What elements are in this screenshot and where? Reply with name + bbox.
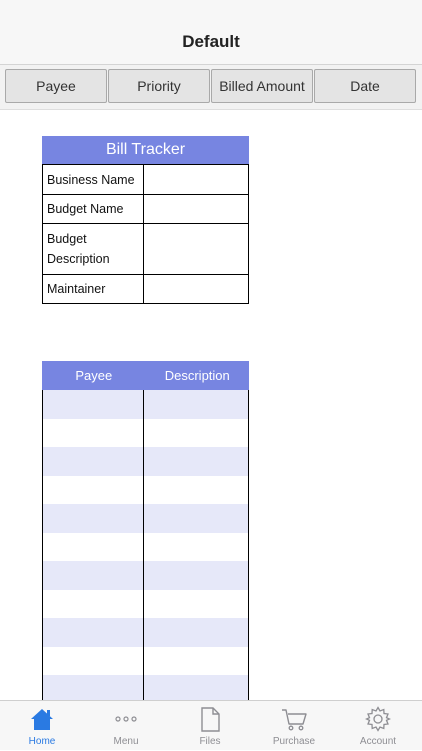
column-header-payee[interactable]: Payee bbox=[42, 361, 146, 390]
tab-home-label: Home bbox=[28, 736, 56, 747]
payee-cell bbox=[43, 590, 143, 619]
payee-cell bbox=[43, 419, 143, 448]
tab-purchase-label: Purchase bbox=[272, 736, 316, 747]
description-cell bbox=[143, 589, 248, 618]
tracker-row-budget-name: Budget Name bbox=[42, 194, 249, 224]
tab-account[interactable]: Account bbox=[336, 701, 420, 751]
sort-payee-button[interactable]: Payee bbox=[5, 69, 107, 103]
cart-icon bbox=[282, 709, 307, 731]
page-title: Default bbox=[182, 32, 240, 51]
maintainer-label: Maintainer bbox=[42, 274, 144, 304]
budget-name-field[interactable] bbox=[143, 194, 249, 224]
payee-cell bbox=[43, 561, 143, 590]
table-row[interactable] bbox=[43, 646, 248, 676]
column-header-description[interactable]: Description bbox=[146, 361, 250, 390]
sort-priority-button[interactable]: Priority bbox=[108, 69, 210, 103]
more-dots-icon bbox=[115, 716, 137, 722]
business-name-label: Business Name bbox=[42, 164, 144, 195]
tab-home[interactable]: Home bbox=[0, 701, 84, 751]
description-cell bbox=[143, 447, 248, 476]
payee-cell bbox=[43, 390, 143, 419]
description-cell bbox=[143, 532, 248, 561]
sort-billed-amount-button[interactable]: Billed Amount bbox=[211, 69, 313, 103]
description-cell bbox=[143, 504, 248, 533]
tab-menu[interactable]: Menu bbox=[84, 701, 168, 751]
tracker-row-maintainer: Maintainer bbox=[42, 274, 249, 304]
budget-name-label: Budget Name bbox=[42, 194, 144, 224]
description-cell bbox=[143, 618, 248, 647]
payee-cell bbox=[43, 618, 143, 647]
tab-account-label: Account bbox=[359, 736, 397, 747]
table-row[interactable] bbox=[43, 504, 248, 533]
payee-cell bbox=[43, 504, 143, 533]
gear-icon bbox=[365, 706, 391, 732]
tab-purchase[interactable]: Purchase bbox=[252, 701, 336, 751]
file-icon bbox=[201, 707, 220, 732]
home-icon bbox=[31, 709, 53, 730]
table-row[interactable] bbox=[43, 561, 248, 590]
table-row[interactable] bbox=[43, 418, 248, 448]
description-cell bbox=[143, 390, 248, 419]
tab-menu-label: Menu bbox=[113, 736, 139, 747]
bill-list-body bbox=[42, 390, 249, 704]
tracker-row-budget-description: Budget Description bbox=[42, 223, 249, 275]
table-row[interactable] bbox=[43, 390, 248, 419]
tab-bar: Home Menu Files Purchase Account bbox=[0, 700, 422, 750]
nav-bar: Default bbox=[0, 0, 422, 65]
tab-files-label: Files bbox=[199, 736, 221, 747]
tab-files[interactable]: Files bbox=[168, 701, 252, 751]
payee-cell bbox=[43, 533, 143, 562]
bill-list-header: Payee Description bbox=[42, 361, 249, 390]
payee-cell bbox=[43, 647, 143, 676]
payee-cell bbox=[43, 447, 143, 476]
tracker-row-business-name: Business Name bbox=[42, 164, 249, 195]
table-row[interactable] bbox=[43, 589, 248, 619]
payee-cell bbox=[43, 476, 143, 505]
sort-bar: Payee Priority Billed Amount Date bbox=[0, 65, 422, 110]
bill-tracker-card: Bill Tracker Business Name Budget Name B… bbox=[42, 136, 249, 304]
bill-tracker-title: Bill Tracker bbox=[42, 136, 249, 164]
business-name-field[interactable] bbox=[143, 164, 249, 195]
table-row[interactable] bbox=[43, 447, 248, 476]
table-row[interactable] bbox=[43, 475, 248, 505]
sort-date-button[interactable]: Date bbox=[314, 69, 416, 103]
description-cell bbox=[143, 646, 248, 675]
budget-description-field[interactable] bbox=[143, 223, 249, 275]
budget-description-label: Budget Description bbox=[42, 223, 144, 275]
description-cell bbox=[143, 418, 248, 447]
table-row[interactable] bbox=[43, 618, 248, 647]
bill-list: Payee Description bbox=[42, 361, 249, 704]
table-row[interactable] bbox=[43, 532, 248, 562]
description-cell bbox=[143, 475, 248, 504]
maintainer-field[interactable] bbox=[143, 274, 249, 304]
description-cell bbox=[143, 561, 248, 590]
bill-tracker-table: Business Name Budget Name Budget Descrip… bbox=[42, 164, 249, 304]
